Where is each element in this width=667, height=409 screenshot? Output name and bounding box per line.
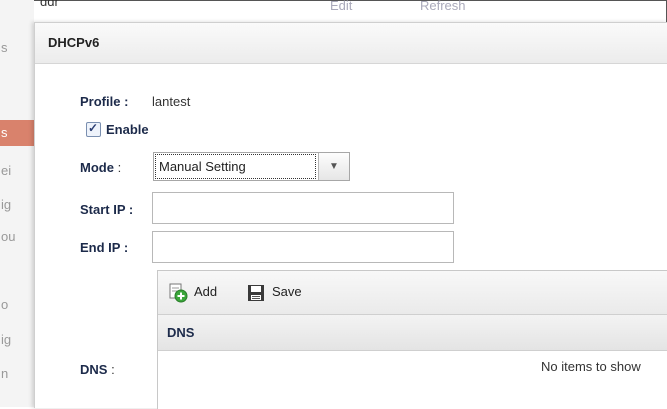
dns-empty-message: No items to show bbox=[541, 359, 641, 374]
save-button[interactable]: Save bbox=[246, 282, 302, 302]
end-ip-input[interactable] bbox=[152, 231, 454, 263]
end-ip-label: End IP : bbox=[80, 240, 129, 255]
background-sidebar-text: ig bbox=[1, 332, 12, 347]
background-sidebar-text: s bbox=[1, 40, 8, 55]
chevron-down-icon[interactable]: ▼ bbox=[318, 153, 349, 180]
background-sidebar-text: n bbox=[1, 366, 9, 381]
dns-label-colon: : bbox=[111, 362, 115, 377]
dns-grid-toolbar: Add Save bbox=[158, 271, 667, 315]
add-button[interactable]: Add bbox=[168, 282, 218, 303]
background-sidebar: s s ei ig ou o ig n bbox=[0, 0, 35, 407]
mode-label-colon: : bbox=[117, 160, 122, 175]
dialog-title: DHCPv6 bbox=[35, 23, 667, 64]
mode-label-text: Mode bbox=[80, 160, 114, 175]
mode-select[interactable]: Manual Setting ▼ bbox=[153, 152, 350, 181]
add-icon bbox=[169, 283, 188, 303]
enable-checkbox[interactable] bbox=[86, 121, 101, 137]
background-refresh-button: Refresh bbox=[420, 0, 466, 13]
background-sidebar-text: ig bbox=[1, 197, 12, 212]
dhcpv6-dialog: DHCPv6 Profile : lantest Enable Mode : M… bbox=[34, 22, 667, 409]
floppy-disk-icon bbox=[248, 284, 264, 301]
dns-column-header[interactable]: DNS bbox=[158, 315, 667, 351]
background-sidebar-text: ei bbox=[1, 163, 12, 178]
start-ip-input[interactable] bbox=[152, 192, 454, 224]
mode-select-value: Manual Setting bbox=[155, 154, 316, 179]
save-button-label: Save bbox=[272, 284, 302, 299]
background-sidebar-active-item: s bbox=[0, 120, 35, 146]
add-button-label: Add bbox=[194, 284, 218, 299]
dns-label-text: DNS bbox=[80, 362, 108, 377]
enable-label[interactable]: Enable bbox=[106, 122, 149, 137]
background-sidebar-text: o bbox=[1, 297, 9, 312]
background-sidebar-text: ou bbox=[1, 229, 16, 244]
mode-label: Mode : bbox=[80, 160, 121, 175]
profile-label: Profile : bbox=[80, 94, 129, 109]
start-ip-label: Start IP : bbox=[80, 202, 134, 217]
dns-grid: Add Save DNS No items to show bbox=[157, 270, 667, 409]
dns-label: DNS : bbox=[80, 362, 115, 377]
background-toolbar-text: ddr bbox=[40, 0, 59, 9]
background-edit-button: Edit bbox=[330, 0, 353, 13]
profile-value: lantest bbox=[152, 94, 191, 109]
